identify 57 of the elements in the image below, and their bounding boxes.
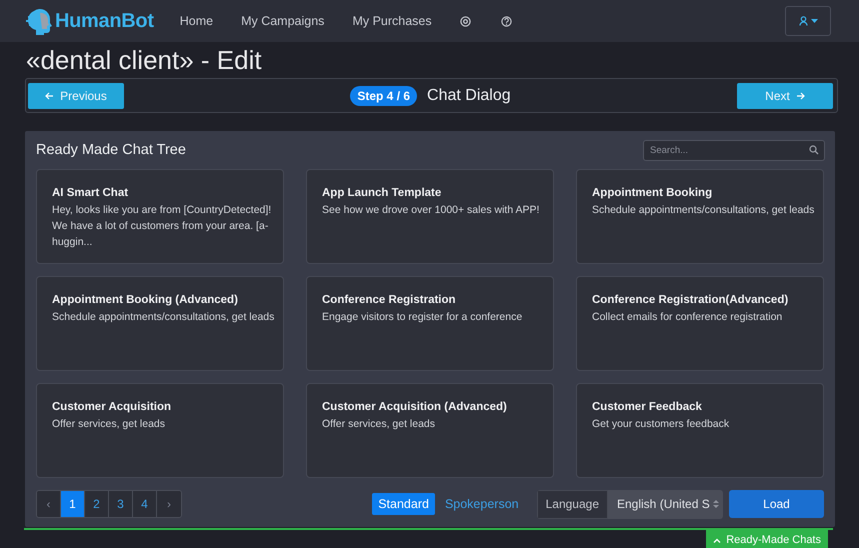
language-label: Language [536, 490, 608, 518]
arrow-right-icon [796, 92, 805, 100]
page-button[interactable]: 3 [109, 491, 133, 517]
previous-page-button[interactable]: ‹ [37, 491, 61, 517]
template-card[interactable]: Customer Acquisition (Advanced) Offer services, get leads [306, 383, 554, 478]
nav-link[interactable]: Home [180, 14, 214, 28]
page-title: «dental client» - Edit [26, 45, 262, 75]
search-field[interactable]: Search... [643, 140, 825, 160]
page-button[interactable]: 4 [133, 491, 157, 517]
load-button[interactable]: Load [729, 490, 824, 518]
template-description: Collect emails for conference registration [592, 310, 784, 325]
mode-toggle[interactable]: Standard [372, 493, 435, 515]
nav-link[interactable]: My Purchases [352, 14, 432, 28]
template-description: Get your customers feedback [592, 417, 730, 432]
chevron-up-icon [713, 538, 722, 542]
template-title: Customer Acquisition (Advanced) [322, 401, 508, 413]
template-description: See how we drove over 1000+ sales with APP! [322, 203, 540, 218]
template-description: Schedule appointments/consultations, get leads [592, 203, 816, 218]
user-menu-button[interactable] [785, 6, 831, 36]
template-title: Customer Acquisition [52, 401, 172, 413]
template-card[interactable]: Appointment Booking (Advanced) Schedule appointments/consultations, get leads [36, 276, 284, 371]
help-icon[interactable] [500, 16, 512, 26]
template-description: Hey, looks like you are from [CountryDetected]! We have a lot of customers from your area. [a-huggin... [52, 203, 272, 250]
template-card[interactable]: AI Smart Chat Hey, looks like you are from [CountryDetected]! We have a lot of customers from your area. [a-huggin... [36, 169, 284, 264]
template-title: Appointment Booking (Advanced) [52, 294, 239, 306]
template-card[interactable]: Conference Registration(Advanced) Collect emails for conference registration [576, 276, 824, 371]
language-select[interactable]: English (United S [608, 490, 723, 518]
page-button[interactable]: 2 [85, 491, 109, 517]
step-badge: Step 4 / 6 [350, 86, 418, 106]
step-title: Chat Dialog [427, 86, 511, 104]
template-title: Conference Registration(Advanced) [592, 294, 790, 306]
template-title: Customer Feedback [592, 401, 703, 413]
panel-title: Ready Made Chat Tree [36, 142, 186, 158]
template-description: Offer services, get leads [52, 417, 166, 432]
mode-toggle[interactable]: Spokeperson [438, 493, 525, 515]
page-button[interactable]: 1 [61, 491, 85, 517]
arrow-left-icon [45, 92, 54, 100]
template-description: Offer services, get leads [322, 417, 436, 432]
logo-icon [26, 7, 52, 35]
template-description: Engage visitors to register for a conference [322, 310, 524, 325]
template-description: Schedule appointments/consultations, get leads [52, 310, 276, 325]
template-title: Appointment Booking [592, 187, 714, 199]
caret-icon [810, 19, 818, 23]
template-card[interactable]: Conference Registration Engage visitors to register for a conference [306, 276, 554, 371]
template-card[interactable]: Customer Feedback Get your customers feedback [576, 383, 824, 478]
template-card[interactable]: Customer Acquisition Offer services, get leads [36, 383, 284, 478]
search-icon[interactable] [809, 144, 819, 154]
template-title: Conference Registration [322, 294, 457, 306]
user-icon [798, 16, 808, 26]
template-card[interactable]: App Launch Template See how we drove over 1000+ sales with APP! [306, 169, 554, 264]
dropdown-arrows-icon [713, 499, 719, 509]
brand-name[interactable]: HumanBot [55, 10, 154, 32]
template-title: AI Smart Chat [52, 187, 130, 199]
next-page-button[interactable]: › [157, 491, 181, 517]
template-title: App Launch Template [322, 187, 442, 199]
template-card[interactable]: Appointment Booking Schedule appointments/consultations, get leads [576, 169, 824, 264]
nav-link[interactable]: My Campaigns [241, 14, 324, 28]
